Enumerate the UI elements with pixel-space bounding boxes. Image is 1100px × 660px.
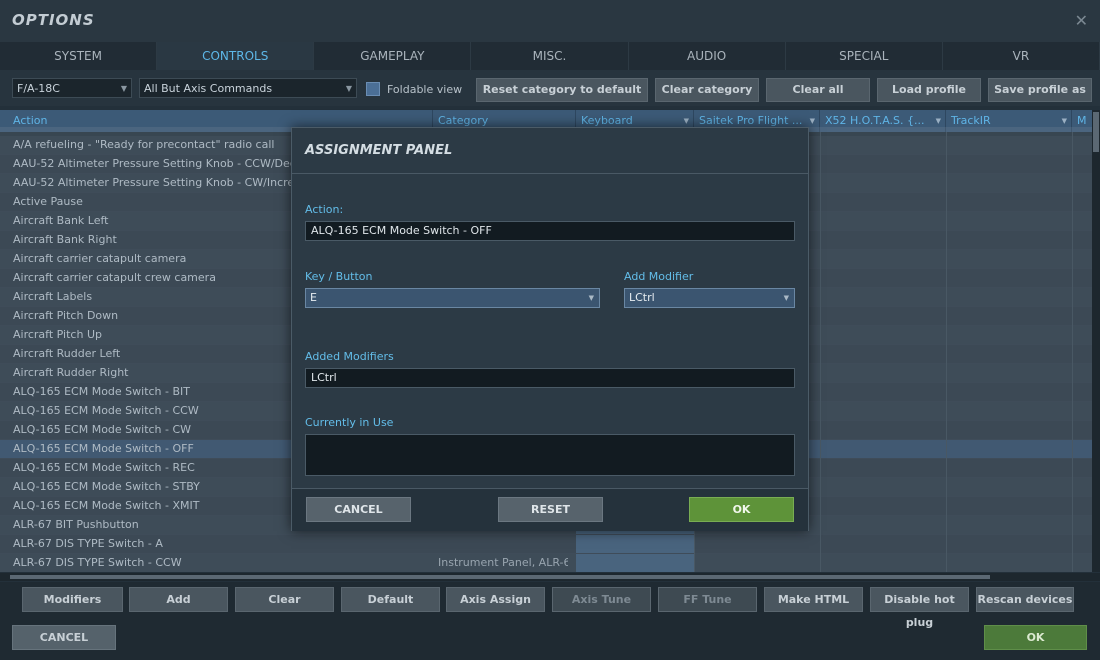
panel-reset-button[interactable]: RESET	[498, 497, 603, 522]
action-label: Action:	[305, 203, 344, 216]
title-bar	[0, 0, 1100, 42]
ok-button[interactable]: OK	[984, 625, 1087, 650]
clear-all-button[interactable]: Clear all	[766, 78, 870, 102]
added-modifiers-label: Added Modifiers	[305, 350, 394, 363]
vertical-scrollbar[interactable]	[1092, 110, 1100, 572]
chevron-down-icon: ▼	[783, 294, 789, 302]
tab-misc[interactable]: MISC.	[471, 42, 629, 70]
key-button-value: E	[310, 291, 317, 304]
assignment-panel: ASSIGNMENT PANEL Action: ALQ-165 ECM Mod…	[291, 127, 809, 531]
disable-hot-plug-button[interactable]: Disable hot plug	[870, 587, 969, 629]
tab-system[interactable]: SYSTEM	[0, 42, 158, 70]
aircraft-select-value: F/A-18C	[17, 82, 60, 95]
foldable-view-checkbox[interactable]	[366, 82, 380, 96]
add-modifier-label: Add Modifier	[624, 270, 694, 283]
axis-tune-button[interactable]: Axis Tune	[552, 587, 651, 612]
tab-audio[interactable]: AUDIO	[628, 42, 786, 70]
tab-special[interactable]: SPECIAL	[785, 42, 943, 70]
currently-in-use-label: Currently in Use	[305, 416, 394, 429]
panel-ok-button[interactable]: OK	[689, 497, 794, 522]
divider	[292, 173, 808, 174]
default-button[interactable]: Default	[341, 587, 440, 612]
add-modifier-value: LCtrl	[629, 291, 655, 304]
tab-gameplay[interactable]: GAMEPLAY	[314, 42, 472, 70]
scroll-thumb[interactable]	[1093, 112, 1099, 152]
reset-category-button[interactable]: Reset category to default	[476, 78, 648, 102]
save-profile-as-button[interactable]: Save profile as	[988, 78, 1092, 102]
modifiers-button[interactable]: Modifiers	[22, 587, 123, 612]
foldable-view-label: Foldable view	[387, 83, 463, 96]
rescan-devices-button[interactable]: Rescan devices	[976, 587, 1074, 612]
make-html-button[interactable]: Make HTML	[764, 587, 863, 612]
chevron-down-icon: ▼	[588, 294, 594, 302]
cancel-button[interactable]: CANCEL	[12, 625, 116, 650]
tab-vr[interactable]: VR	[942, 42, 1100, 70]
tab-controls[interactable]: CONTROLS	[157, 42, 315, 70]
action-field: ALQ-165 ECM Mode Switch - OFF	[305, 221, 795, 241]
chevron-down-icon: ▼	[345, 84, 352, 93]
key-button-select[interactable]: E ▼	[305, 288, 600, 308]
scroll-thumb[interactable]	[10, 575, 990, 579]
panel-cancel-button[interactable]: CANCEL	[306, 497, 411, 522]
clear-category-button[interactable]: Clear category	[655, 78, 759, 102]
filter-select-value: All But Axis Commands	[144, 82, 273, 95]
add-button[interactable]: Add	[129, 587, 228, 612]
key-button-label: Key / Button	[305, 270, 373, 283]
clear-button[interactable]: Clear	[235, 587, 334, 612]
ff-tune-button[interactable]: FF Tune	[658, 587, 757, 612]
add-modifier-select[interactable]: LCtrl ▼	[624, 288, 795, 308]
close-icon[interactable]: ✕	[1075, 11, 1088, 30]
aircraft-select[interactable]: F/A-18C ▼	[12, 78, 132, 98]
filter-select[interactable]: All But Axis Commands ▼	[139, 78, 357, 98]
panel-title: ASSIGNMENT PANEL	[305, 143, 453, 158]
tab-bar: SYSTEM CONTROLS GAMEPLAY MISC. AUDIO SPE…	[0, 42, 1100, 70]
chevron-down-icon: ▼	[120, 84, 127, 93]
currently-in-use-field	[305, 434, 795, 476]
added-modifiers-field: LCtrl	[305, 368, 795, 388]
window-title: OPTIONS	[12, 11, 95, 29]
axis-assign-button[interactable]: Axis Assign	[446, 587, 545, 612]
horizontal-scrollbar[interactable]	[0, 573, 1100, 581]
load-profile-button[interactable]: Load profile	[877, 78, 981, 102]
